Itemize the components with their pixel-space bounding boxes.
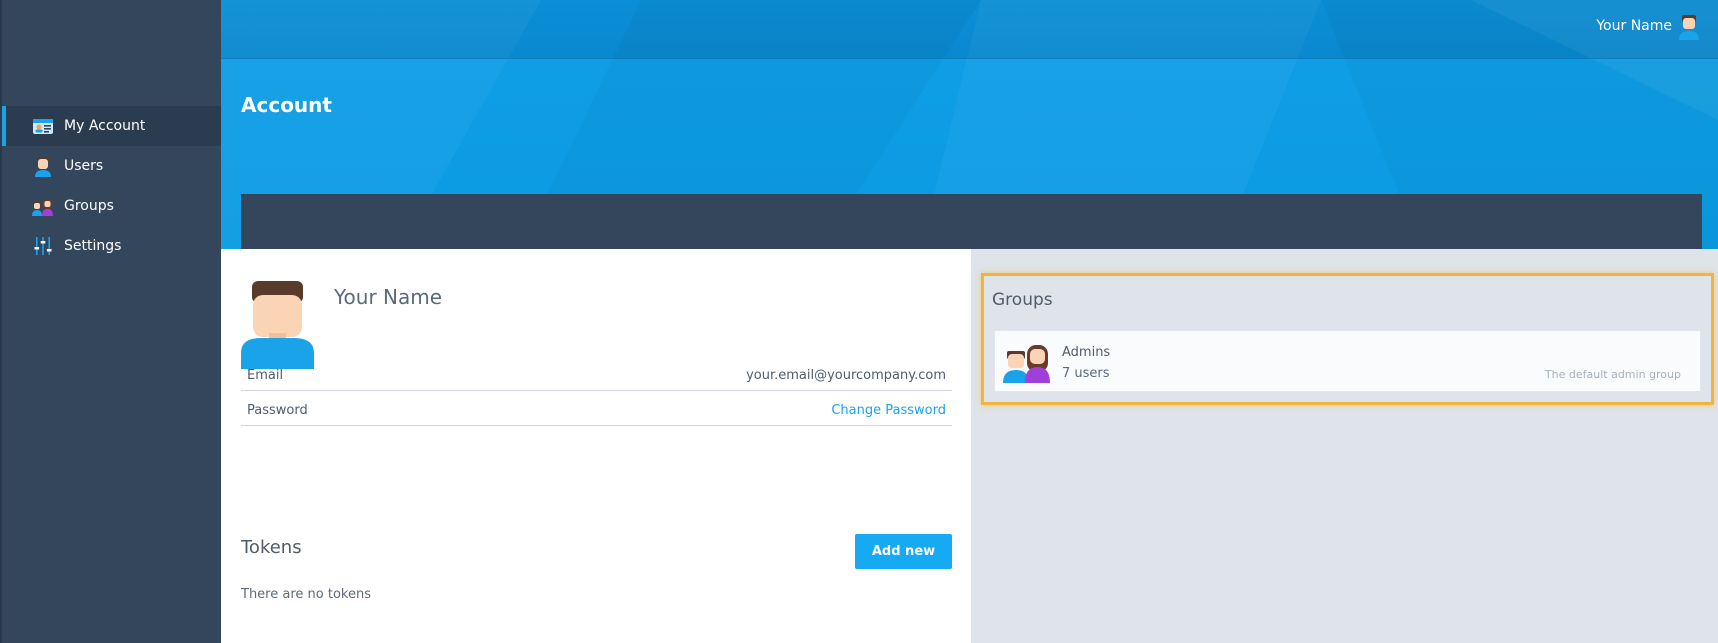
sidebar-item-settings[interactable]: Settings <box>0 226 221 266</box>
sidebar-edge <box>0 0 2 643</box>
group-description: The default admin group <box>1544 368 1681 381</box>
group-card-admins[interactable]: Admins 7 users The default admin group <box>994 330 1701 392</box>
header-banner: Your Name Account <box>221 0 1718 249</box>
email-row: Email your.email@yourcompany.com <box>241 356 952 391</box>
id-card-icon <box>33 119 53 134</box>
password-row: Password Change Password <box>241 391 952 426</box>
group-icon <box>32 199 53 216</box>
header-dark-strip <box>241 194 1702 249</box>
groups-panel: Groups Admins 7 users The default admin … <box>981 273 1714 405</box>
tokens-empty-text: There are no tokens <box>241 587 371 602</box>
add-token-button[interactable]: Add new <box>855 534 952 569</box>
email-label: Email <box>247 368 284 383</box>
topbar-divider <box>221 58 1718 59</box>
sidebar-item-my-account[interactable]: My Account <box>0 106 221 146</box>
header-user-name[interactable]: Your Name <box>1596 18 1672 34</box>
profile-card: Your Name Email your.email@yourcompany.c… <box>221 249 971 643</box>
groups-title: Groups <box>992 290 1053 310</box>
sidebar-item-label: Groups <box>64 198 114 214</box>
sliders-icon <box>34 237 52 255</box>
sidebar: My Account Users Groups Settings <box>0 0 221 643</box>
user-avatar-icon[interactable] <box>1678 14 1700 40</box>
email-value: your.email@yourcompany.com <box>746 368 946 383</box>
change-password-link[interactable]: Change Password <box>831 403 946 418</box>
sidebar-item-label: Settings <box>64 238 122 254</box>
sidebar-item-label: My Account <box>64 118 146 134</box>
user-icon <box>35 157 51 177</box>
group-icon <box>1003 345 1050 383</box>
tokens-title: Tokens <box>241 537 302 558</box>
sidebar-item-users[interactable]: Users <box>0 146 221 186</box>
password-label: Password <box>247 403 308 418</box>
group-name: Admins <box>1062 345 1111 360</box>
profile-name: Your Name <box>334 285 443 309</box>
group-user-count: 7 users <box>1062 366 1110 381</box>
page-title: Account <box>241 93 332 118</box>
sidebar-item-label: Users <box>64 158 104 174</box>
sidebar-nav: My Account Users Groups Settings <box>0 106 221 266</box>
sidebar-item-groups[interactable]: Groups <box>0 186 221 226</box>
